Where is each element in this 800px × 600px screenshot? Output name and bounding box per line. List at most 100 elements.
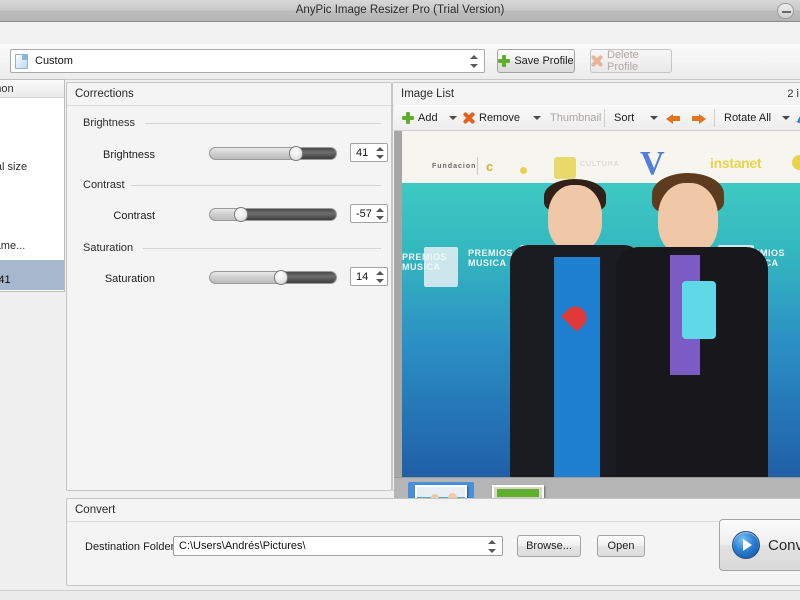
play-icon <box>732 531 760 559</box>
sidebar-item-watermark[interactable]: mark <box>0 182 64 196</box>
banner-dot-icon <box>520 167 527 174</box>
profile-combobox[interactable]: Custom <box>10 49 485 73</box>
slider-fill <box>210 272 282 283</box>
brightness-label: Brightness <box>103 149 155 161</box>
document-icon <box>15 54 28 69</box>
brightness-value: 41 <box>356 147 369 159</box>
image-preview[interactable]: Fundacion c CULTURA V instanet PREMIOS M… <box>394 131 800 477</box>
divider <box>67 105 391 106</box>
browse-label: Browse... <box>526 540 572 552</box>
chevron-down-icon <box>782 116 790 120</box>
corrections-panel: Corrections Brightness Brightness 41 Res… <box>66 82 446 491</box>
delete-profile-label: Delete Profile <box>607 49 639 73</box>
menu-bar: lp <box>0 22 800 45</box>
saturation-slider[interactable] <box>209 270 337 285</box>
saturation-label: Saturation <box>104 273 155 285</box>
divider <box>477 157 478 175</box>
minimize-icon <box>782 11 791 13</box>
title-bar: AnyPic Image Resizer Pro (Trial Version) <box>0 0 800 22</box>
sidebar-item-original-size[interactable]: original size <box>0 161 64 175</box>
saturation-spinner[interactable]: 14 <box>350 267 388 286</box>
saturation-value: 14 <box>356 271 369 283</box>
divider <box>143 248 381 249</box>
slider-thumb[interactable] <box>289 146 303 161</box>
sidebar-item-corrections[interactable]: tions <box>0 260 64 274</box>
undo-icon[interactable] <box>795 110 800 126</box>
destination-folder-input[interactable]: C:\Users\Andrés\Pictures\ <box>173 536 503 556</box>
open-button[interactable]: Open <box>597 535 645 557</box>
move-left-button[interactable] <box>666 112 681 125</box>
banner-ghost-text: CULTURA <box>580 161 620 168</box>
remove-button[interactable]: Remove <box>463 109 520 127</box>
brightness-legend: Brightness <box>79 117 139 129</box>
sidebar-item-brightness-value[interactable]: ness: 41 <box>0 274 64 290</box>
plus-icon <box>402 112 414 124</box>
chevron-updown-icon[interactable] <box>469 53 480 70</box>
sort-dropdown-button[interactable] <box>650 109 658 127</box>
remove-label: Remove <box>479 112 520 124</box>
add-dropdown-button[interactable] <box>449 109 457 127</box>
rotate-all-dropdown-button[interactable] <box>782 109 790 127</box>
face-shape <box>658 183 718 255</box>
spinner-arrows-icon[interactable] <box>376 206 385 222</box>
rotate-all-button[interactable]: Rotate All <box>724 109 771 127</box>
sort-label: Sort <box>614 112 635 124</box>
convert-label: Conve <box>768 536 800 554</box>
sidebar-item-jpeg[interactable]: eg <box>0 122 64 136</box>
backdrop-award-text: MUSICA <box>402 262 441 272</box>
plus-icon <box>498 55 511 67</box>
sort-button[interactable]: Sort <box>614 109 634 127</box>
thumbnail-label: Thumbnail <box>550 112 602 124</box>
close-x-icon <box>591 55 603 67</box>
delete-profile-button: Delete Profile <box>590 49 672 73</box>
saturation-legend: Saturation <box>79 242 138 254</box>
divider <box>145 123 381 124</box>
spinner-arrows-icon[interactable] <box>376 145 385 161</box>
contrast-label: Contrast <box>113 210 155 222</box>
face-shape <box>548 185 602 251</box>
brightness-spinner[interactable]: 41 <box>350 143 388 162</box>
convert-panel: Convert Destination Folder: C:\Users\And… <box>66 498 800 586</box>
banner-instanet-text: instanet <box>710 155 762 171</box>
image-list-title: Image List <box>401 88 455 100</box>
contrast-slider[interactable] <box>209 207 337 222</box>
contrast-value: -57 <box>356 208 372 220</box>
rotate-all-label: Rotate All <box>724 112 772 124</box>
sidebar-item-original-name[interactable]: nal Name... <box>0 240 64 254</box>
chevron-updown-icon[interactable] <box>487 538 498 555</box>
save-profile-button[interactable]: Save Profile <box>497 49 575 73</box>
chevron-down-icon <box>650 116 658 120</box>
shirt-shape <box>554 257 600 477</box>
browse-button[interactable]: Browse... <box>517 535 581 557</box>
chevron-down-icon <box>533 116 541 120</box>
backdrop-award-text: PREMIOS <box>468 248 514 258</box>
add-button[interactable]: Add <box>402 109 438 127</box>
banner-brand-text: Fundacion <box>432 163 477 170</box>
destination-folder-value: C:\Users\Andrés\Pictures\ <box>179 540 306 552</box>
divider <box>604 109 605 127</box>
chevron-down-icon <box>449 116 457 120</box>
logo-shape <box>682 281 716 339</box>
brightness-slider[interactable] <box>209 146 337 161</box>
sidebar: Common ts eg original size mark e nal Na… <box>0 79 65 292</box>
spinner-arrows-icon[interactable] <box>376 269 385 285</box>
move-right-button[interactable] <box>691 112 706 125</box>
convert-title: Convert <box>75 504 116 516</box>
remove-dropdown-button[interactable] <box>533 109 541 127</box>
sidebar-header-label: Common <box>0 83 14 95</box>
destination-folder-label: Destination Folder: <box>85 541 178 553</box>
status-bar <box>0 590 800 600</box>
add-label: Add <box>418 112 438 124</box>
corrections-title: Corrections <box>75 88 134 100</box>
sidebar-item-rename[interactable]: e <box>0 221 64 235</box>
sidebar-item-label: original size <box>0 161 28 173</box>
slider-thumb[interactable] <box>274 270 288 285</box>
slider-thumb[interactable] <box>234 207 248 222</box>
sidebar-item-formats[interactable]: ts <box>0 105 64 119</box>
minimize-button[interactable] <box>777 3 794 19</box>
convert-button[interactable]: Conve <box>719 519 800 571</box>
sidebar-item-label: nal Name... <box>0 240 26 252</box>
close-x-icon <box>463 112 475 124</box>
contrast-spinner[interactable]: -57 <box>350 204 388 223</box>
contrast-legend: Contrast <box>79 179 129 191</box>
